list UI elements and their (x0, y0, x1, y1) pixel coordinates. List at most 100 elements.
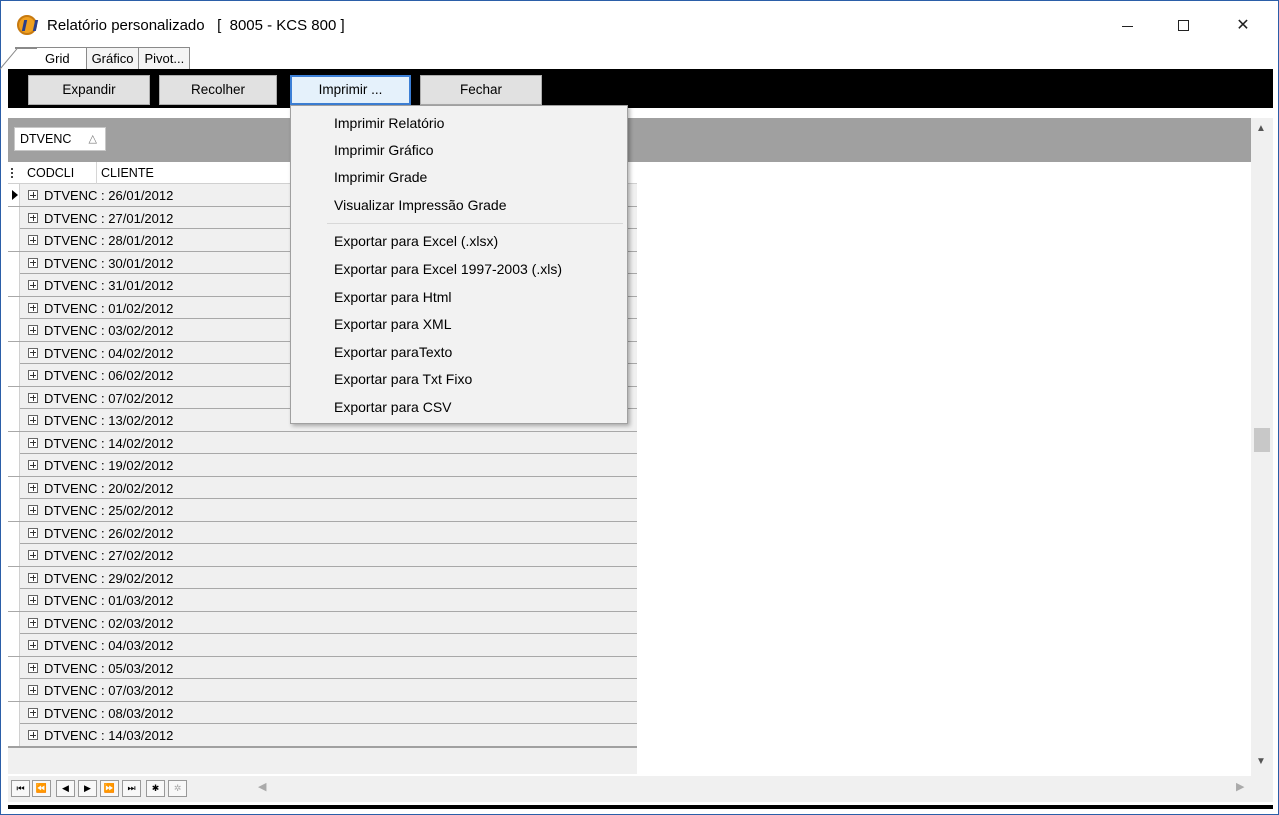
row-indicator[interactable] (8, 409, 20, 431)
nav-prev-page-button[interactable]: ⏪ (32, 780, 51, 797)
scroll-thumb[interactable] (1254, 428, 1270, 452)
expand-plus-icon[interactable] (28, 550, 38, 560)
menu-item-export-text[interactable]: Exportar paraTexto (292, 339, 626, 365)
group-row[interactable]: DTVENC : 14/03/2012 (8, 724, 637, 747)
expand-plus-icon[interactable] (28, 280, 38, 290)
expand-plus-icon[interactable] (28, 640, 38, 650)
nav-next-page-button[interactable]: ⏩ (100, 780, 119, 797)
close-button[interactable]: Fechar (420, 75, 542, 105)
expand-plus-icon[interactable] (28, 302, 38, 313)
menu-item-export-xlsx[interactable]: Exportar para Excel (.xlsx) (292, 228, 626, 254)
expand-plus-icon[interactable] (28, 370, 38, 380)
row-indicator[interactable] (8, 431, 20, 454)
expand-plus-icon[interactable] (28, 482, 38, 493)
expand-plus-icon[interactable] (28, 257, 38, 268)
row-indicator[interactable] (8, 476, 20, 499)
expand-plus-icon[interactable] (28, 527, 38, 538)
group-chip-dtvenc[interactable]: DTVENC △ (14, 127, 106, 151)
tab-pivot[interactable]: Pivot... (138, 47, 191, 69)
menu-item-export-xml[interactable]: Exportar para XML (292, 311, 626, 337)
row-indicator[interactable] (8, 634, 20, 656)
group-row[interactable]: DTVENC : 25/02/2012 (8, 499, 637, 522)
minimize-button[interactable] (1104, 7, 1150, 43)
expand-plus-icon[interactable] (28, 572, 38, 583)
nav-last-button[interactable]: ⏭ (122, 780, 141, 797)
group-row[interactable]: DTVENC : 01/03/2012 (8, 589, 637, 612)
row-indicator[interactable] (8, 251, 20, 274)
row-indicator[interactable] (8, 611, 20, 634)
group-row[interactable]: DTVENC : 04/03/2012 (8, 634, 637, 657)
row-indicator[interactable] (8, 656, 20, 679)
group-row[interactable]: DTVENC : 29/02/2012 (8, 566, 637, 589)
row-indicator[interactable] (8, 341, 20, 364)
current-row-indicator[interactable] (8, 184, 20, 206)
row-indicator[interactable] (8, 386, 20, 409)
group-row[interactable]: DTVENC : 08/03/2012 (8, 701, 637, 724)
column-chooser-icon[interactable] (11, 168, 19, 178)
nav-next-button[interactable]: ▶ (78, 780, 97, 797)
nav-first-button[interactable]: ⏮ (11, 780, 30, 797)
row-indicator[interactable] (8, 499, 20, 521)
row-indicator[interactable] (8, 229, 20, 251)
nav-cancel-button[interactable]: ✲ (168, 780, 187, 797)
nav-prev-button[interactable]: ◀ (56, 780, 75, 797)
menu-item-export-csv[interactable]: Exportar para CSV (292, 394, 626, 420)
row-indicator[interactable] (8, 454, 20, 476)
title-bar[interactable]: Relatório personalizado [ 8005 - KCS 800… (1, 1, 1278, 45)
row-indicator[interactable] (8, 589, 20, 611)
group-row[interactable]: DTVENC : 19/02/2012 (8, 454, 637, 477)
row-indicator[interactable] (8, 319, 20, 341)
tab-grid[interactable]: Grid (0, 47, 87, 71)
column-header-codcli[interactable]: CODCLI (27, 166, 74, 180)
group-row[interactable]: DTVENC : 26/02/2012 (8, 521, 637, 544)
row-indicator[interactable] (8, 679, 20, 701)
expand-plus-icon[interactable] (28, 392, 38, 403)
expand-plus-icon[interactable] (28, 190, 38, 200)
row-indicator[interactable] (8, 566, 20, 589)
menu-item-export-xls[interactable]: Exportar para Excel 1997-2003 (.xls) (292, 256, 626, 282)
scroll-up-icon[interactable]: ▲ (1256, 123, 1266, 134)
row-indicator[interactable] (8, 544, 20, 566)
group-row[interactable]: DTVENC : 05/03/2012 (8, 656, 637, 679)
expand-plus-icon[interactable] (28, 212, 38, 223)
row-indicator[interactable] (8, 296, 20, 319)
group-row[interactable]: DTVENC : 14/02/2012 (8, 431, 637, 454)
expand-plus-icon[interactable] (28, 685, 38, 695)
group-row[interactable]: DTVENC : 07/03/2012 (8, 679, 637, 702)
column-header-cliente[interactable]: CLIENTE (101, 166, 154, 180)
expand-plus-icon[interactable] (28, 235, 38, 245)
expand-plus-icon[interactable] (28, 437, 38, 448)
expand-plus-icon[interactable] (28, 347, 38, 358)
menu-item-print-report[interactable]: Imprimir Relatório (292, 110, 626, 136)
group-row[interactable]: DTVENC : 02/03/2012 (8, 611, 637, 634)
row-indicator[interactable] (8, 364, 20, 386)
scroll-right-icon[interactable]: ▶ (1236, 780, 1244, 793)
row-indicator[interactable] (8, 274, 20, 296)
menu-item-preview-grid[interactable]: Visualizar Impressão Grade (292, 192, 626, 218)
row-indicator[interactable] (8, 206, 20, 229)
expand-plus-icon[interactable] (28, 595, 38, 605)
scroll-down-icon[interactable]: ▼ (1256, 756, 1266, 767)
menu-item-export-html[interactable]: Exportar para Html (292, 284, 626, 310)
group-row[interactable]: DTVENC : 27/02/2012 (8, 544, 637, 567)
expand-plus-icon[interactable] (28, 730, 38, 740)
expand-plus-icon[interactable] (28, 415, 38, 425)
print-button[interactable]: Imprimir ... (290, 75, 411, 105)
expand-plus-icon[interactable] (28, 707, 38, 718)
tab-grafico[interactable]: Gráfico (85, 47, 140, 69)
group-row[interactable]: DTVENC : 20/02/2012 (8, 476, 637, 499)
close-window-button[interactable]: ✕ (1220, 7, 1266, 43)
menu-item-print-grid[interactable]: Imprimir Grade (292, 164, 626, 190)
collapse-button[interactable]: Recolher (159, 75, 277, 105)
expand-plus-icon[interactable] (28, 662, 38, 673)
scroll-left-icon[interactable]: ◀ (258, 780, 266, 793)
expand-plus-icon[interactable] (28, 460, 38, 470)
vertical-scrollbar[interactable]: ▲ ▼ (1251, 118, 1273, 776)
menu-item-print-chart[interactable]: Imprimir Gráfico (292, 137, 626, 163)
row-indicator[interactable] (8, 724, 20, 746)
row-indicator[interactable] (8, 701, 20, 724)
row-indicator[interactable] (8, 521, 20, 544)
expand-plus-icon[interactable] (28, 325, 38, 335)
expand-plus-icon[interactable] (28, 617, 38, 628)
maximize-button[interactable] (1160, 7, 1206, 43)
